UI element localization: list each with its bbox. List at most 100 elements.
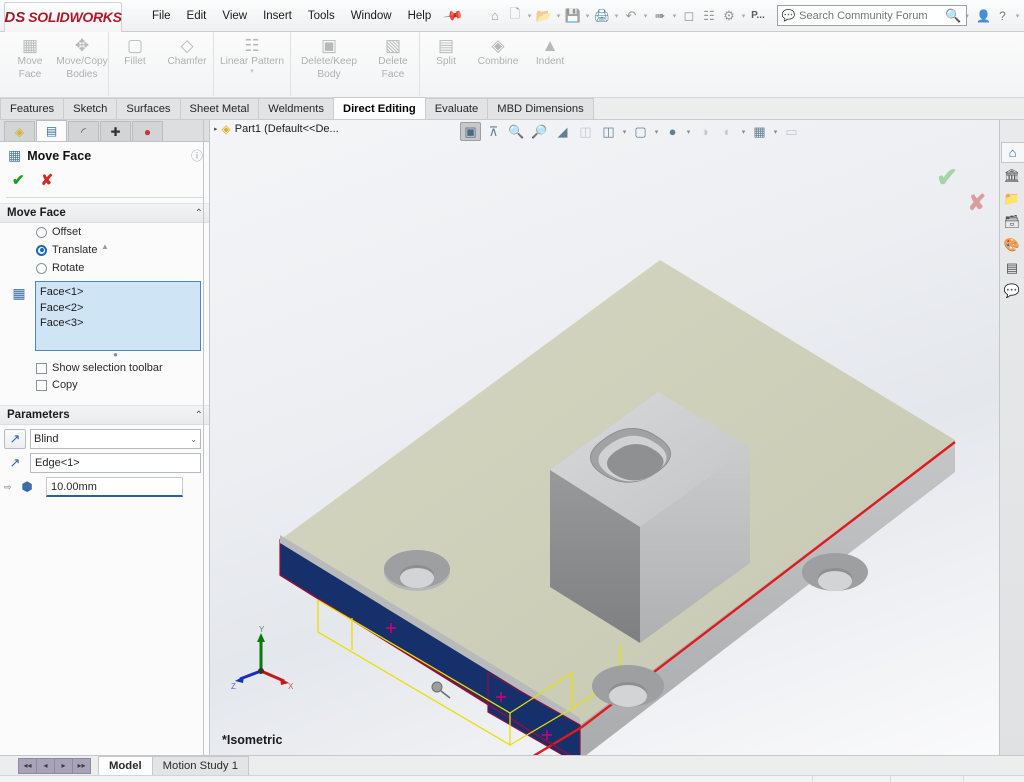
list-item[interactable]: Face<3> bbox=[40, 316, 196, 332]
radio-rotate-control[interactable] bbox=[36, 262, 47, 274]
section-parameters-header[interactable]: Parameters ⌃ bbox=[0, 405, 209, 425]
configuration-manager-tab[interactable]: ◜ bbox=[68, 121, 99, 141]
open-folder-icon[interactable]: 📂 bbox=[534, 6, 553, 25]
user-icon[interactable]: 👤 bbox=[975, 9, 991, 23]
direction-reference-icon[interactable]: ↗ bbox=[4, 453, 26, 473]
zoom-to-fit-icon[interactable]: ▣ bbox=[460, 122, 481, 141]
radio-offset-control[interactable] bbox=[36, 226, 47, 238]
previous-view-icon[interactable]: 🔎 bbox=[529, 122, 550, 141]
chevron-down-icon[interactable]: ▾ bbox=[739, 12, 747, 20]
viewport-icon[interactable]: ▭ bbox=[781, 122, 802, 141]
new-document-icon[interactable]: 🗋 bbox=[505, 6, 524, 25]
rebuild-status-icon[interactable]: ◉ bbox=[962, 775, 994, 782]
checkbox-control[interactable] bbox=[36, 379, 47, 391]
pushpin-icon[interactable]: 📌 bbox=[442, 4, 465, 26]
chevron-up-icon[interactable]: ⌃ bbox=[195, 208, 203, 219]
menu-help[interactable]: Help bbox=[400, 6, 440, 26]
hide-show-icon[interactable]: ▢ bbox=[630, 122, 651, 141]
magnifier-icon[interactable]: 🔍 bbox=[945, 8, 961, 24]
menu-file[interactable]: File bbox=[144, 6, 179, 26]
confirm-ok-icon[interactable]: ✔ bbox=[936, 162, 958, 193]
solidworks-logo[interactable]: DS SOLIDWORKS bbox=[4, 1, 122, 32]
units-indicator[interactable]: MMGS bbox=[890, 775, 945, 782]
chevron-down-icon[interactable]: ▾ bbox=[772, 128, 779, 136]
panel-splitter[interactable] bbox=[203, 120, 204, 755]
menu-insert[interactable]: Insert bbox=[255, 6, 300, 26]
section-move-face-header[interactable]: Move Face ⌃ bbox=[0, 203, 209, 223]
apply-scene-icon[interactable]: ◑ bbox=[694, 122, 715, 141]
view-palette-icon[interactable]: 🗃 bbox=[1001, 211, 1024, 232]
select-icon[interactable]: ➠ bbox=[650, 6, 669, 25]
menu-view[interactable]: View bbox=[214, 6, 255, 26]
zoom-to-area-icon[interactable]: ⊼ bbox=[483, 122, 504, 141]
help-circle-icon[interactable]: ⓘ bbox=[191, 147, 203, 164]
indent-button[interactable]: ▲ Indent bbox=[524, 32, 576, 68]
tab-motion-study[interactable]: Motion Study 1 bbox=[151, 756, 249, 775]
panel-collapse-icon[interactable]: ▲ bbox=[101, 242, 109, 251]
checkbox-copy[interactable]: Copy bbox=[0, 376, 209, 393]
property-manager-tab[interactable]: ▤ bbox=[36, 120, 67, 141]
ok-button[interactable]: ✔ bbox=[12, 171, 25, 189]
search-input[interactable] bbox=[799, 9, 942, 22]
menu-tools[interactable]: Tools bbox=[300, 6, 343, 26]
fillet-button[interactable]: ▢ Fillet bbox=[109, 32, 161, 68]
end-condition-select[interactable]: Blind ⌄ bbox=[30, 429, 201, 449]
delete-face-button[interactable]: ▧ Delete Face bbox=[367, 32, 419, 80]
tab-weldments[interactable]: Weldments bbox=[258, 98, 334, 119]
display-pane-icon[interactable]: ▦ bbox=[749, 122, 770, 141]
flip-direction-icon[interactable]: ⇨ bbox=[4, 482, 12, 493]
distance-input[interactable]: 10.00mm bbox=[46, 477, 183, 497]
radio-offset[interactable]: Offset bbox=[0, 223, 209, 241]
chevron-down-icon[interactable]: ▾ bbox=[525, 12, 533, 20]
direction-arrow-icon[interactable]: ↗ bbox=[4, 429, 26, 449]
list-item[interactable]: Face<1> bbox=[40, 285, 196, 301]
quick-access-overflow[interactable]: P... bbox=[748, 6, 767, 25]
measure-icon[interactable]: ◻ bbox=[679, 6, 698, 25]
model-3d-view[interactable] bbox=[210, 120, 1024, 755]
chevron-down-icon[interactable]: ▾ bbox=[685, 128, 692, 136]
help-icon[interactable]: ? bbox=[994, 9, 1010, 23]
flyout-feature-tree[interactable]: ▸ ◈ Part1 (Default<<De... bbox=[214, 122, 339, 136]
chevron-down-icon[interactable]: ▾ bbox=[670, 12, 678, 20]
chevron-down-icon[interactable]: ▾ bbox=[583, 12, 591, 20]
cancel-button[interactable]: ✘ bbox=[41, 171, 54, 189]
search-community-forum[interactable]: 💬 🔍 ▾ bbox=[777, 5, 969, 26]
nav-prev-button[interactable]: ◂ bbox=[36, 757, 55, 774]
zoom-in-out-icon[interactable]: 🔍 bbox=[506, 122, 527, 141]
linear-pattern-button[interactable]: ☷ Linear Pattern ▾ bbox=[214, 32, 290, 76]
nav-last-button[interactable]: ▸▸ bbox=[72, 757, 91, 774]
chevron-down-icon[interactable]: ▾ bbox=[621, 128, 628, 136]
feature-tree-tab[interactable]: ◈ bbox=[4, 121, 35, 141]
combine-button[interactable]: ◈ Combine bbox=[472, 32, 524, 68]
tab-direct-editing[interactable]: Direct Editing bbox=[332, 97, 426, 119]
graphics-area[interactable]: ◠ ◡ – ⧉ ✕ ▸ ◈ Part1 (Default<<De... ▣ ⊼ … bbox=[210, 120, 1024, 755]
radio-translate-control[interactable] bbox=[36, 244, 47, 256]
file-explorer-icon[interactable]: 📁 bbox=[1001, 188, 1024, 209]
list-item[interactable]: Face<2> bbox=[40, 301, 196, 317]
expand-triangle-icon[interactable]: ▸ bbox=[214, 125, 218, 133]
design-library-icon[interactable]: 🏛 bbox=[1001, 165, 1024, 186]
chevron-down-icon[interactable]: ▾ bbox=[612, 12, 620, 20]
save-icon[interactable]: 💾 bbox=[563, 6, 582, 25]
view-orientation-icon[interactable]: ◫ bbox=[575, 122, 596, 141]
chevron-down-icon[interactable]: ⌄ bbox=[190, 435, 197, 444]
menu-edit[interactable]: Edit bbox=[179, 6, 215, 26]
appearances-scenes-icon[interactable]: 🎨 bbox=[1001, 234, 1024, 255]
checkbox-show-selection-toolbar[interactable]: Show selection toolbar bbox=[0, 359, 209, 376]
custom-properties-icon[interactable]: ▤ bbox=[1001, 257, 1024, 278]
coordinate-triad[interactable]: Y X Z bbox=[228, 623, 298, 693]
undo-icon[interactable]: ↶ bbox=[621, 6, 640, 25]
home-icon[interactable]: ⌂ bbox=[485, 6, 504, 25]
chevron-down-icon[interactable]: ▾ bbox=[653, 128, 660, 136]
delete-keep-body-button[interactable]: ▣ Delete/Keep Body bbox=[291, 32, 367, 80]
chevron-up-icon[interactable]: ⌃ bbox=[195, 410, 203, 421]
face-selection-list[interactable]: Face<1> Face<2> Face<3> bbox=[35, 281, 201, 351]
section-view-icon[interactable]: ◢ bbox=[552, 122, 573, 141]
edit-appearance-icon[interactable]: ● bbox=[662, 122, 683, 141]
chevron-down-icon[interactable]: ▾ bbox=[945, 776, 963, 782]
rebuild-icon[interactable]: ☷ bbox=[699, 6, 718, 25]
view-settings-icon[interactable]: ◐ bbox=[717, 122, 738, 141]
confirm-cancel-icon[interactable]: ✘ bbox=[968, 190, 986, 216]
menu-window[interactable]: Window bbox=[343, 6, 400, 26]
dimxpert-tab[interactable]: ✚ bbox=[100, 121, 131, 141]
